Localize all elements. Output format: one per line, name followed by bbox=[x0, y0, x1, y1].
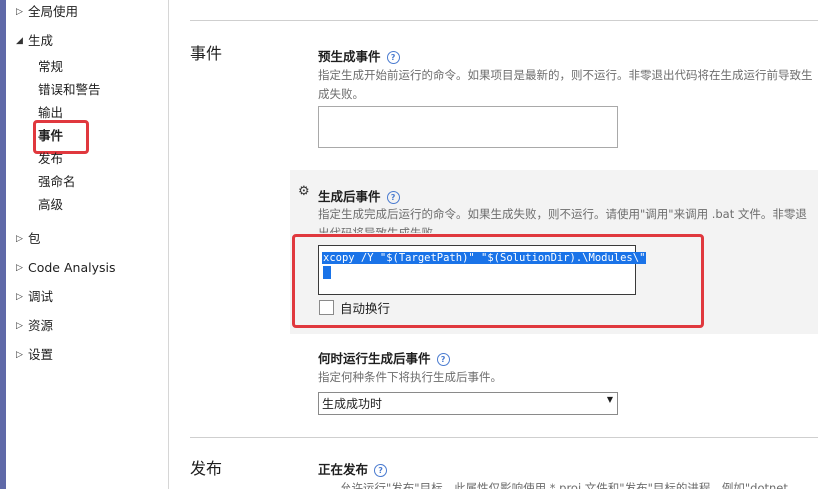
post-build-description: 指定生成完成后运行的命令。如果生成失败，则不运行。请使用"调用"来调用 .bat… bbox=[318, 207, 807, 233]
section-title-publish: 发布 bbox=[190, 459, 223, 478]
sidebar-item-label: 设置 bbox=[28, 347, 54, 362]
sidebar-item-package[interactable]: ▷ 包 bbox=[16, 228, 41, 250]
sidebar-item-publish[interactable]: 发布 bbox=[38, 148, 63, 170]
triangle-down-icon: ◢ bbox=[16, 36, 23, 46]
triangle-right-icon: ▷ bbox=[16, 292, 23, 302]
sidebar-item-label: 生成 bbox=[28, 33, 54, 48]
sidebar-item-errors-warnings[interactable]: 错误和警告 bbox=[38, 79, 101, 101]
sidebar-item-label: 资源 bbox=[28, 318, 54, 333]
post-build-highlight-box bbox=[292, 234, 704, 328]
sidebar-item-label: 全局使用 bbox=[28, 4, 79, 19]
publishing-title-text: 正在发布 bbox=[318, 462, 369, 477]
sidebar-item-settings[interactable]: ▷ 设置 bbox=[16, 344, 53, 366]
question-circle-icon[interactable]: ? bbox=[436, 353, 450, 366]
publishing-title: 正在发布? bbox=[318, 459, 388, 478]
sidebar-item-debug[interactable]: ▷ 调试 bbox=[16, 286, 53, 308]
pre-build-description: 指定生成开始前运行的命令。如果项目是最新的，则不运行。非零退出代码将在生成运行前… bbox=[318, 68, 813, 101]
post-build-title-text: 生成后事件 bbox=[318, 189, 381, 204]
publishing-description: 允许运行"发布"目标。此属性仅影响使用 *.proj 文件和"发布"目标的进程。… bbox=[340, 481, 788, 489]
section-divider bbox=[190, 437, 818, 438]
pre-build-title: 预生成事件? bbox=[318, 46, 400, 65]
sidebar-item-global-usage[interactable]: ▷ 全局使用 bbox=[16, 1, 78, 23]
sidebar-item-label: Code Analysis bbox=[28, 260, 116, 275]
when-to-run-select[interactable]: 生成成功时 ▼ bbox=[318, 392, 618, 415]
pre-build-title-text: 预生成事件 bbox=[318, 49, 381, 64]
when-to-run-title: 何时运行生成后事件? bbox=[318, 348, 450, 367]
section-divider bbox=[190, 20, 818, 21]
question-circle-icon[interactable]: ? bbox=[374, 464, 388, 477]
triangle-right-icon: ▷ bbox=[16, 350, 23, 360]
sidebar-item-resources[interactable]: ▷ 资源 bbox=[16, 315, 53, 337]
sidebar-divider bbox=[168, 0, 169, 489]
when-to-run-selected-value: 生成成功时 bbox=[322, 397, 383, 411]
sidebar-item-strong-name[interactable]: 强命名 bbox=[38, 171, 76, 193]
question-circle-icon[interactable]: ? bbox=[386, 191, 400, 204]
sidebar-nav: ▷ 全局使用 ◢ 生成 常规 错误和警告 输出 事件 发布 强命名 高级 ▷ 包… bbox=[6, 0, 168, 489]
sidebar-item-advanced[interactable]: 高级 bbox=[38, 194, 63, 216]
post-build-title: 生成后事件? bbox=[318, 186, 400, 205]
triangle-right-icon: ▷ bbox=[16, 7, 23, 17]
sidebar-item-label: 包 bbox=[28, 231, 41, 246]
triangle-right-icon: ▷ bbox=[16, 234, 23, 244]
triangle-right-icon: ▷ bbox=[16, 263, 23, 273]
section-title-events: 事件 bbox=[190, 44, 223, 63]
sidebar-item-build[interactable]: ◢ 生成 bbox=[16, 30, 53, 52]
question-circle-icon[interactable]: ? bbox=[386, 51, 400, 64]
chevron-down-icon: ▼ bbox=[606, 395, 613, 404]
gear-icon[interactable]: ⚙ bbox=[298, 184, 310, 199]
pre-build-command-input[interactable] bbox=[318, 106, 618, 148]
triangle-right-icon: ▷ bbox=[16, 321, 23, 331]
when-to-run-title-text: 何时运行生成后事件 bbox=[318, 351, 431, 366]
sidebar-item-general[interactable]: 常规 bbox=[38, 56, 63, 78]
sidebar-item-code-analysis[interactable]: ▷ Code Analysis bbox=[16, 257, 115, 279]
sidebar-item-label: 调试 bbox=[28, 289, 54, 304]
when-to-run-description: 指定何种条件下将执行生成后事件。 bbox=[318, 370, 502, 384]
